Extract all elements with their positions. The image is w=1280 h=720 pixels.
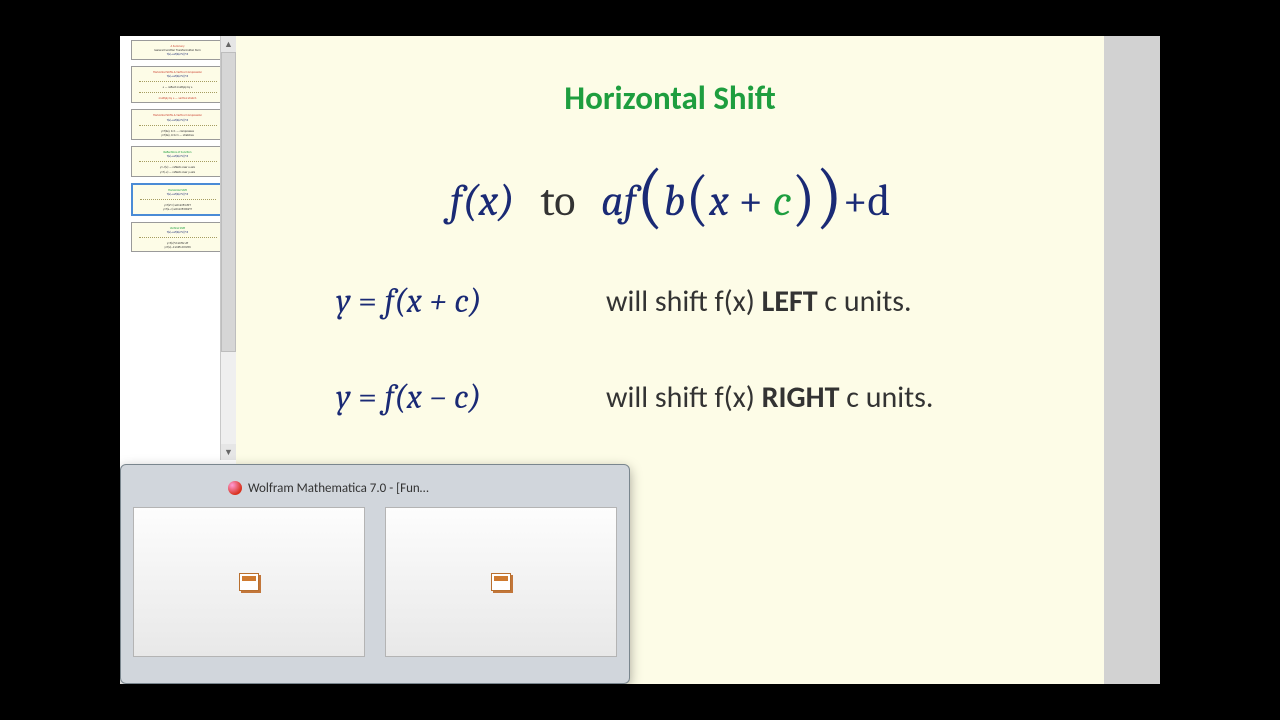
taskbar-preview-title: Wolfram Mathematica 7.0 - [Fun… [133,475,617,501]
thumbnail-eq: f(x)→af(b(x+c))+d [134,230,222,234]
mathematica-icon [228,481,242,495]
rule-equation: y = f(x + c) [336,281,606,321]
scroll-down-button[interactable]: ▼ [221,444,236,460]
scroll-track[interactable] [221,52,236,444]
eq-c: c [773,175,792,226]
taskbar-preview-thumbs [133,507,617,657]
thumbnail-eq: f(x)→af(b(x+c))+d [134,74,222,78]
thumbnail-note: y=f(x)−d shifts DOWN [134,245,222,249]
rule-row-1: y = f(x + c) will shift f(x) LEFT c unit… [276,281,1064,321]
thumbnail-6[interactable]: Vertical Shift f(x)→af(b(x+c))+d y=f(x)+… [131,222,225,253]
thumbnail-note: a — reflect [163,85,176,89]
rule-description: will shift f(x) RIGHT c units. [606,379,933,416]
rule-row-2: y = f(x − c) will shift f(x) RIGHT c uni… [276,377,1064,417]
taskbar-preview-popup[interactable]: Wolfram Mathematica 7.0 - [Fun… [120,464,630,684]
slide-right-margin [1104,36,1160,684]
taskbar-window-thumb-1[interactable] [133,507,365,657]
thumbnail-eq: f(x)→af(b(x+c))+d [135,192,221,196]
eq-x: x [709,175,729,226]
main-equation: f(x) to af(b(x + c))+d [276,150,1064,233]
slide-thumbnail-panel: A Summary General Function Transformatio… [120,36,236,460]
eq-to-word: to [540,175,575,226]
presentation-file-icon [239,573,259,591]
presentation-file-icon [491,573,511,591]
slide-title: Horizontal Shift [276,78,1064,118]
direction-word: LEFT [762,283,818,320]
eq-lhs: f(x) [450,175,515,226]
thumbnail-5[interactable]: Horizontal Shift f(x)→af(b(x+c))+d y=f(x… [131,183,225,216]
thumbnail-2[interactable]: Horizontal Shifts & Vertical Compression… [131,66,225,104]
eq-b: b [664,175,686,226]
thumbnail-note: y=−f(x) [160,165,168,169]
thumbnail-3[interactable]: Horizontal Shifts & Vertical Compression… [131,109,225,140]
thumbnail-eq: f(x)→af(b(x+c))+d [134,52,222,56]
thumbnail-4[interactable]: Reflections of Function f(x)→af(b(x+c))+… [131,146,225,177]
thumbnail-note: y=f(x−c) will shift RIGHT [135,207,221,211]
scroll-up-button[interactable]: ▲ [221,36,236,52]
rule-equation: y = f(x − c) [336,377,606,417]
eq-plus-d: +d [843,175,890,226]
thumbnail-eq: f(x)→af(b(x+c))+d [134,154,222,158]
thumbnail-1[interactable]: A Summary General Function Transformatio… [131,40,225,60]
taskbar-window-thumb-2[interactable] [385,507,617,657]
eq-af: af [601,175,636,226]
scroll-thumb[interactable] [221,52,236,352]
eq-plus: + [739,175,763,226]
taskbar-app-title: Wolfram Mathematica 7.0 - [Fun… [248,481,429,496]
direction-word: RIGHT [762,379,840,416]
rule-description: will shift f(x) LEFT c units. [606,283,912,320]
thumbnail-eq: f(x)→af(b(x+c))+d [134,118,222,122]
thumbnail-scrollbar[interactable]: ▲ ▼ [220,36,236,460]
